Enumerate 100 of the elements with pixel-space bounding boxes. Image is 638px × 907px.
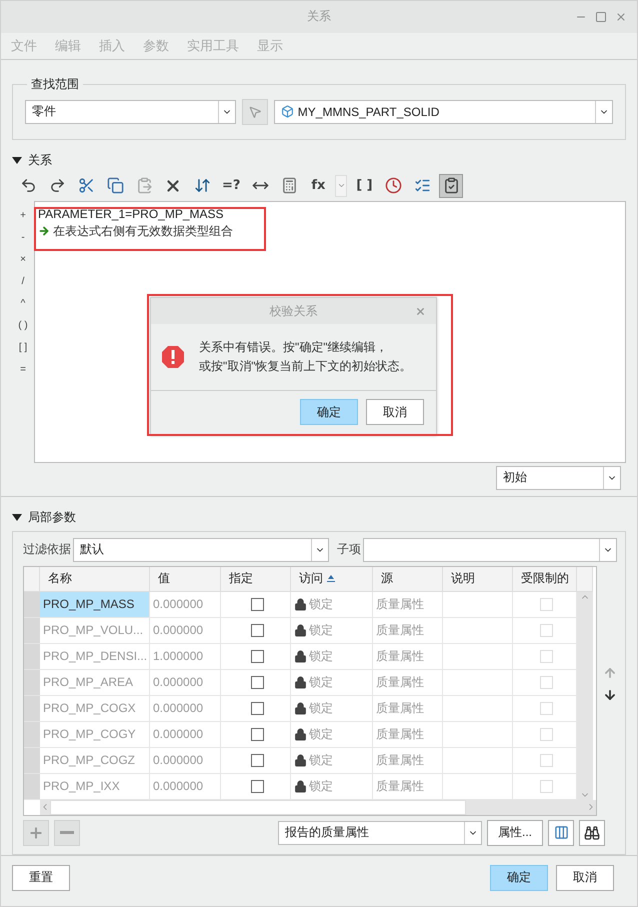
view-select[interactable]: 报告的质量属性 [278,820,482,844]
checkbox[interactable] [250,624,264,636]
close-icon[interactable] [415,306,426,317]
checklist-icon [442,177,460,194]
child-select[interactable] [363,538,617,562]
filter-select[interactable]: 默认 [73,538,329,562]
window-title: 关系 [307,8,331,26]
scissors-icon [78,177,94,194]
source-cell: 质量属性 [373,696,443,722]
column-header[interactable]: 访问 [291,566,373,592]
checkbox[interactable] [250,598,264,610]
pick-button[interactable] [242,98,268,124]
checkbox[interactable] [250,780,264,792]
find-button[interactable] [579,820,605,846]
checkbox[interactable] [250,754,264,766]
child-label: 子项 [337,541,361,558]
column-header[interactable]: 受限制的 [513,566,577,592]
maximize-icon[interactable] [595,11,607,23]
close-icon[interactable] [615,11,627,23]
cancel-button[interactable]: 取消 [556,864,614,891]
operator-button[interactable]: ( ) [18,314,28,336]
checkbox[interactable] [250,728,264,740]
toolbar-button[interactable]: =? [219,174,244,198]
operator-button[interactable]: / [22,270,24,292]
sort-indicator-icon [327,574,335,582]
column-header[interactable]: 名称 [40,566,150,592]
access-text: 锁定 [309,700,333,716]
operator-button[interactable]: ^ [20,292,26,314]
dialog-button[interactable]: 确定 [300,399,358,425]
cube-icon [280,105,294,118]
remove-button[interactable] [54,820,80,846]
relation-line: PARAMETER_1=PRO_MP_MASS [38,206,224,222]
toolbar-button[interactable] [439,174,464,198]
add-button[interactable] [23,820,49,846]
value-cell: 0.000000 [150,592,221,618]
value-cell: 1.000000 [150,644,221,670]
toolbar-button[interactable]: fx [306,174,330,198]
scope-select[interactable]: 零件 [25,100,236,124]
columns-button[interactable] [548,820,574,846]
dialog-message: 关系中有错误。按"确定"继续编辑， 或按"取消"恢复当前上下文的初始状态。 [199,339,412,375]
group-legend: 查找范围 [27,76,83,92]
pointer-icon [248,104,262,118]
plus-icon [28,824,44,840]
lock-icon [294,624,307,636]
move-up-icon[interactable] [603,666,617,680]
checkbox[interactable] [250,702,264,714]
checkbox[interactable] [250,676,264,688]
column-header[interactable]: 值 [150,566,221,592]
source-cell: 质量属性 [373,618,443,644]
name-cell[interactable]: PRO_MP_MASS [40,592,150,618]
properties-button[interactable]: 属性... [486,820,543,846]
reset-button[interactable]: 重置 [12,864,70,891]
value-cell: 0.000000 [150,670,221,696]
horizontal-scrollbar[interactable] [40,800,596,814]
vertical-scrollbar[interactable] [577,592,593,800]
operator-button[interactable]: [ ] [18,336,28,358]
clock-icon [384,177,402,194]
lock-icon [294,676,307,688]
column-header[interactable]: 指定 [221,566,291,592]
columns-icon [554,825,568,840]
access-text: 锁定 [309,674,333,690]
operator-button[interactable]: = [20,358,26,380]
dialog-button[interactable]: 取消 [366,399,424,425]
minus-icon [60,831,74,834]
redo-icon [48,177,66,194]
source-cell: 质量属性 [373,774,443,800]
lock-icon [294,598,307,610]
value-cell: 0.000000 [150,722,221,748]
mode-select[interactable]: 初始 [496,466,621,490]
source-cell: 质量属性 [373,670,443,696]
checkbox[interactable] [250,650,264,662]
copy-icon [106,177,124,194]
toolbar-button[interactable]: [ ] [352,174,376,198]
move-down-icon[interactable] [603,688,617,702]
list-icon [414,177,431,194]
paste-icon [136,177,152,194]
sort-icon [194,177,210,194]
lock-icon [294,728,307,740]
operator-button[interactable]: × [20,248,26,270]
expand-triangle-icon[interactable] [12,157,22,164]
undo-icon [20,177,36,194]
dialog-title: 校验关系 [270,302,318,320]
model-select[interactable]: MY_MMNS_PART_SOLID [274,100,613,124]
operator-button[interactable]: - [21,226,25,248]
source-cell: 质量属性 [373,748,443,774]
expand-triangle-icon[interactable] [12,514,22,521]
binoculars-icon [584,824,600,840]
operator-button[interactable]: + [20,204,26,226]
error-icon [161,345,185,369]
filter-label: 过滤依据 [23,541,71,558]
ok-button[interactable]: 确定 [490,864,548,891]
access-text: 锁定 [309,752,333,768]
access-text: 锁定 [309,596,333,612]
column-header[interactable]: 说明 [443,566,513,592]
calculator-icon [280,177,298,194]
error-message: 在表达式右侧有无效数据类型组合 [53,222,233,240]
column-header[interactable]: 源 [373,566,443,592]
lock-icon [294,650,307,662]
value-cell: 0.000000 [150,774,221,800]
value-cell: 0.000000 [150,748,221,774]
